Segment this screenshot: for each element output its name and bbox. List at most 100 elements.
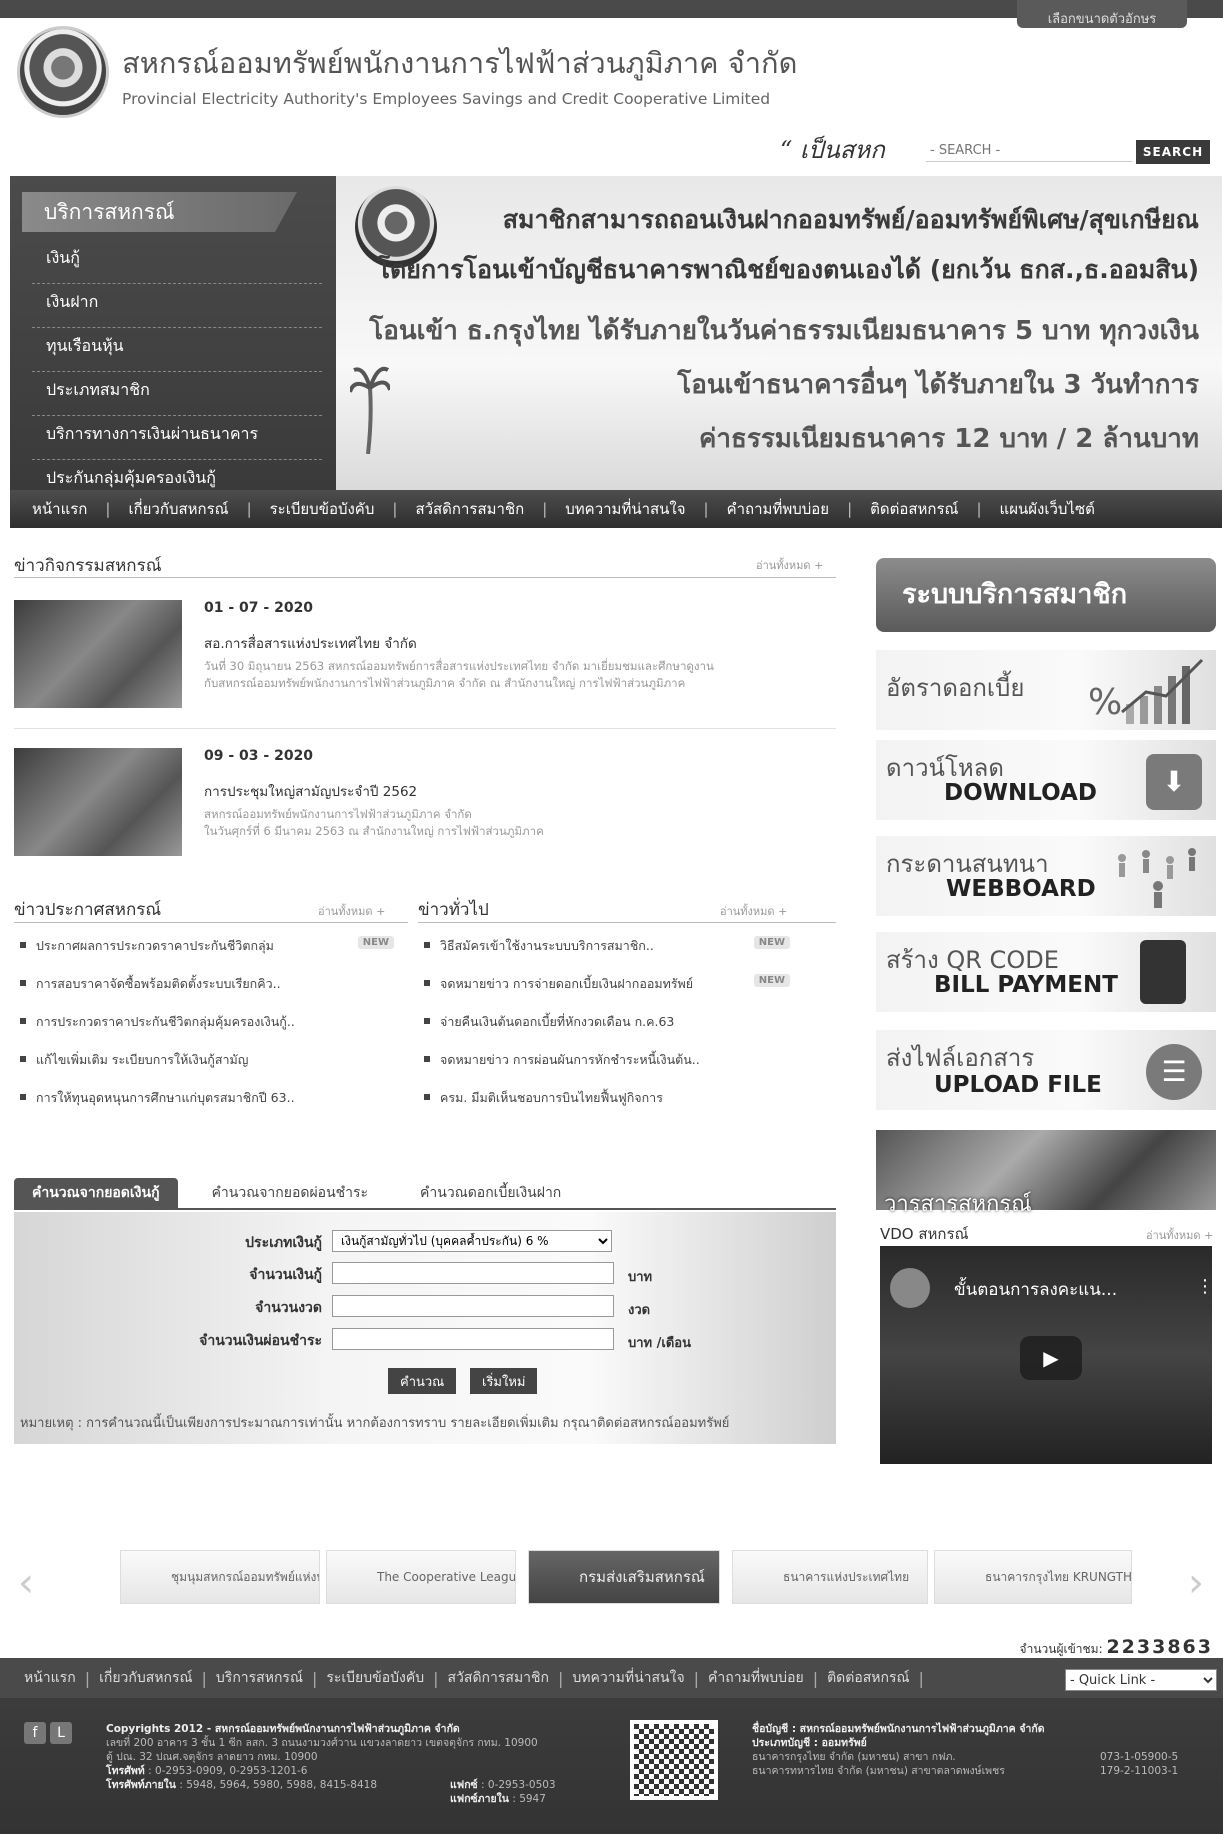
interest-rate-link[interactable]: อัตราดอกเบี้ย % bbox=[876, 650, 1216, 730]
general-news-heading: ข่าวทั่วไป bbox=[418, 900, 489, 920]
member-system-button[interactable]: ระบบบริการสมาชิก bbox=[876, 558, 1216, 632]
main-nav: หน้าแรก | เกี่ยวกับสหกรณ์ | ระเบียบข้อบังค… bbox=[10, 490, 1222, 528]
partner-logo[interactable]: The Cooperative League of bbox=[326, 1550, 516, 1604]
nav-separator: | bbox=[693, 1668, 700, 1688]
nav-separator: | bbox=[558, 1668, 564, 1688]
footer-nav-regulations[interactable]: ระเบียบข้อบังคับ bbox=[326, 1667, 424, 1689]
footer-nav-services[interactable]: บริการสหกรณ์ bbox=[216, 1667, 303, 1689]
activity-news-heading: ข่าวกิจกรรมสหกรณ์ bbox=[14, 556, 162, 576]
tab-calc-deposit-interest[interactable]: คำนวณดอกเบี้ยเงินฝาก bbox=[402, 1178, 579, 1208]
partner-logo[interactable]: ชุมนุมสหกรณ์ออมทรัพย์แห่งประเทศไทย bbox=[120, 1550, 320, 1604]
play-icon[interactable]: ▶ bbox=[1020, 1336, 1082, 1380]
interest-rate-label: อัตราดอกเบี้ย bbox=[886, 674, 1025, 702]
nav-articles[interactable]: บทความที่น่าสนใจ bbox=[565, 497, 685, 521]
tab-calc-by-payment[interactable]: คำนวณจากยอดผ่อนชำระ bbox=[194, 1178, 386, 1208]
footer-nav-home[interactable]: หน้าแรก bbox=[24, 1667, 76, 1689]
carousel-next-arrow[interactable]: › bbox=[1188, 1560, 1204, 1606]
list-item[interactable]: การให้ทุนอุดหนุนการศึกษาแก่บุตรสมาชิกปี … bbox=[14, 1088, 394, 1126]
banner-line-2: โดยการโอนเข้าบัญชีธนาคารพาณิชย์ของตนเองไ… bbox=[376, 255, 1199, 284]
nav-separator: | bbox=[201, 1668, 207, 1688]
reset-button[interactable]: เริ่มใหม่ bbox=[470, 1368, 538, 1394]
vdo-heading: VDO สหกรณ์ bbox=[880, 1225, 969, 1243]
download-link[interactable]: ดาวน์โหลด DOWNLOAD ⬇ bbox=[876, 740, 1216, 820]
calculate-button[interactable]: คำนวณ bbox=[388, 1368, 457, 1394]
news-title[interactable]: สอ.การสื่อสารแห่งประเทศไทย จำกัด bbox=[204, 632, 417, 654]
nav-regulations[interactable]: ระเบียบข้อบังคับ bbox=[270, 497, 375, 521]
services-menu-item-bank-services[interactable]: บริการทางการเงินผ่านธนาคาร bbox=[32, 416, 322, 460]
list-item[interactable]: การสอบราคาจัดซื้อพร้อมติดตั้งระบบเรียกคิ… bbox=[14, 974, 394, 1012]
nav-separator: | bbox=[246, 500, 252, 518]
qr-code-bill-payment-link[interactable]: สร้าง QR CODE BILL PAYMENT bbox=[876, 932, 1216, 1012]
vdo-read-all-link[interactable]: อ่านทั้งหมด + bbox=[1146, 1226, 1213, 1244]
footer-nav-welfare[interactable]: สวัสดิการสมาชิก bbox=[448, 1667, 550, 1689]
announcement-read-all-link[interactable]: อ่านทั้งหมด + bbox=[318, 902, 385, 920]
news-date: 09 - 03 - 2020 bbox=[204, 748, 314, 764]
footer-nav-faq[interactable]: คำถามที่พบบ่อย bbox=[708, 1667, 804, 1689]
list-item[interactable]: จดหมายข่าว การจ่ายดอกเบี้ยเงินฝากออมทรัพ… bbox=[418, 974, 790, 1012]
loan-type-select[interactable]: เงินกู้สามัญทั่วไป (บุคคลค้ำประกัน) 6 % bbox=[332, 1230, 612, 1252]
announcement-list: ประกาศผลการประกวดราคาประกันชีวิตกลุ่ม NEW… bbox=[14, 936, 394, 1126]
news-description: วันที่ 30 มิถุนายน 2563 สหกรณ์ออมทรัพย์ก… bbox=[204, 659, 714, 690]
growth-chart-icon: % bbox=[1088, 658, 1204, 724]
partner-logo[interactable]: ธนาคารแห่งประเทศไทย bbox=[732, 1550, 928, 1604]
document-icon: ☰ bbox=[1146, 1044, 1202, 1100]
search-button[interactable]: SEARCH bbox=[1136, 140, 1210, 164]
partner-logo[interactable]: ธนาคารกรุงไทย KRUNGTHAI BANK bbox=[934, 1550, 1132, 1604]
services-menu-item-member-type[interactable]: ประเภทสมาชิก bbox=[32, 372, 322, 416]
list-item[interactable]: จ่ายคืนเงินต้นดอกเบี้ยที่หักงวดเดือน ก.ค… bbox=[418, 1012, 790, 1050]
more-options-icon[interactable]: ⋮ bbox=[1196, 1276, 1214, 1297]
services-menu-item-deposit[interactable]: เงินฝาก bbox=[32, 284, 322, 328]
video-title[interactable]: ขั้นตอนการลงคะแน... bbox=[954, 1276, 1117, 1303]
nav-contact[interactable]: ติดต่อสหกรณ์ bbox=[870, 497, 958, 521]
facebook-icon[interactable]: f bbox=[24, 1722, 46, 1744]
carousel-prev-arrow[interactable]: ‹ bbox=[18, 1560, 34, 1606]
nav-sitemap[interactable]: แผนผังเว็บไซต์ bbox=[1000, 497, 1095, 521]
palm-tree-icon bbox=[350, 366, 390, 454]
tab-calc-by-loan[interactable]: คำนวณจากยอดเงินกู้ bbox=[14, 1178, 178, 1208]
list-item[interactable]: จดหมายข่าว การผ่อนผันการหักชำระหนี้เงินต… bbox=[418, 1050, 790, 1088]
nav-welfare[interactable]: สวัสดิการสมาชิก bbox=[415, 497, 524, 521]
news-title[interactable]: การประชุมใหญ่สามัญประจำปี 2562 bbox=[204, 780, 417, 802]
search-input[interactable] bbox=[926, 140, 1132, 162]
nav-faq[interactable]: คำถามที่พบบ่อย bbox=[727, 497, 829, 521]
font-size-selector[interactable]: เลือกขนาดตัวอักษร bbox=[1017, 0, 1187, 28]
payment-input[interactable] bbox=[332, 1328, 614, 1350]
news-thumbnail[interactable] bbox=[14, 600, 182, 708]
banner-line-3: โอนเข้า ธ.กรุงไทย ได้รับภายในวันค่าธรรมเ… bbox=[369, 316, 1199, 346]
loan-amount-input[interactable] bbox=[332, 1262, 614, 1284]
general-news-read-all-link[interactable]: อ่านทั้งหมด + bbox=[720, 902, 787, 920]
upload-file-link[interactable]: ส่งไฟล์เอกสาร UPLOAD FILE ☰ bbox=[876, 1030, 1216, 1110]
list-item[interactable]: แก้ไขเพิ่มเติม ระเบียบการให้เงินกู้สามัญ bbox=[14, 1050, 394, 1088]
webboard-link[interactable]: กระดานสนทนา WEBBOARD bbox=[876, 836, 1216, 916]
upload-label-english: UPLOAD FILE bbox=[934, 1072, 1102, 1098]
list-item[interactable]: ประกาศผลการประกวดราคาประกันชีวิตกลุ่ม NEW bbox=[14, 936, 394, 974]
partner-logo[interactable]: กรมส่งเสริมสหกรณ์ bbox=[528, 1550, 720, 1604]
download-folder-icon: ⬇ bbox=[1146, 754, 1202, 810]
news-date: 01 - 07 - 2020 bbox=[204, 600, 314, 616]
site-logo[interactable] bbox=[17, 26, 109, 118]
activity-read-all-link[interactable]: อ่านทั้งหมด + bbox=[756, 556, 823, 574]
installments-input[interactable] bbox=[332, 1295, 614, 1317]
news-thumbnail[interactable] bbox=[14, 748, 182, 856]
divider bbox=[418, 922, 836, 923]
loan-type-label: ประเภทเงินกู้ bbox=[245, 1235, 322, 1251]
footer-nav-articles[interactable]: บทความที่น่าสนใจ bbox=[572, 1667, 684, 1689]
footer-nav-contact[interactable]: ติดต่อสหกรณ์ bbox=[827, 1667, 909, 1689]
nav-separator: | bbox=[847, 500, 853, 518]
list-item[interactable]: การประกวดราคาประกันชีวิตกลุ่มคุ้มครองเงิ… bbox=[14, 1012, 394, 1050]
nav-home[interactable]: หน้าแรก bbox=[32, 497, 87, 521]
services-menu-item-shares[interactable]: ทุนเรือนหุ้น bbox=[32, 328, 322, 372]
qr-code bbox=[630, 1720, 718, 1800]
calculator-note: หมายเหตุ : การคำนวณนี้เป็นเพียงการประมาณ… bbox=[20, 1416, 730, 1431]
nav-about[interactable]: เกี่ยวกับสหกรณ์ bbox=[128, 497, 228, 521]
nav-separator: | bbox=[105, 500, 111, 518]
quick-link-select[interactable]: - Quick Link - bbox=[1065, 1669, 1217, 1691]
banner-line-1: สมาชิกสามารถถอนเงินฝากออมทรัพย์/ออมทรัพย… bbox=[502, 205, 1199, 234]
list-item[interactable]: ครม. มีมติเห็นชอบการบินไทยฟื้นฟูกิจการ bbox=[418, 1088, 790, 1126]
footer-nav-about[interactable]: เกี่ยวกับสหกรณ์ bbox=[99, 1667, 192, 1689]
line-icon[interactable]: L bbox=[50, 1722, 72, 1744]
loan-amount-unit: บาท bbox=[628, 1270, 653, 1285]
visitor-counter: จำนวนผู้เข้าชม: 2233863 bbox=[1019, 1636, 1213, 1658]
services-menu-item-loan[interactable]: เงินกู้ bbox=[32, 240, 322, 284]
list-item[interactable]: วิธีสมัครเข้าใช้งานระบบบริการสมาชิก.. NEW bbox=[418, 936, 790, 974]
